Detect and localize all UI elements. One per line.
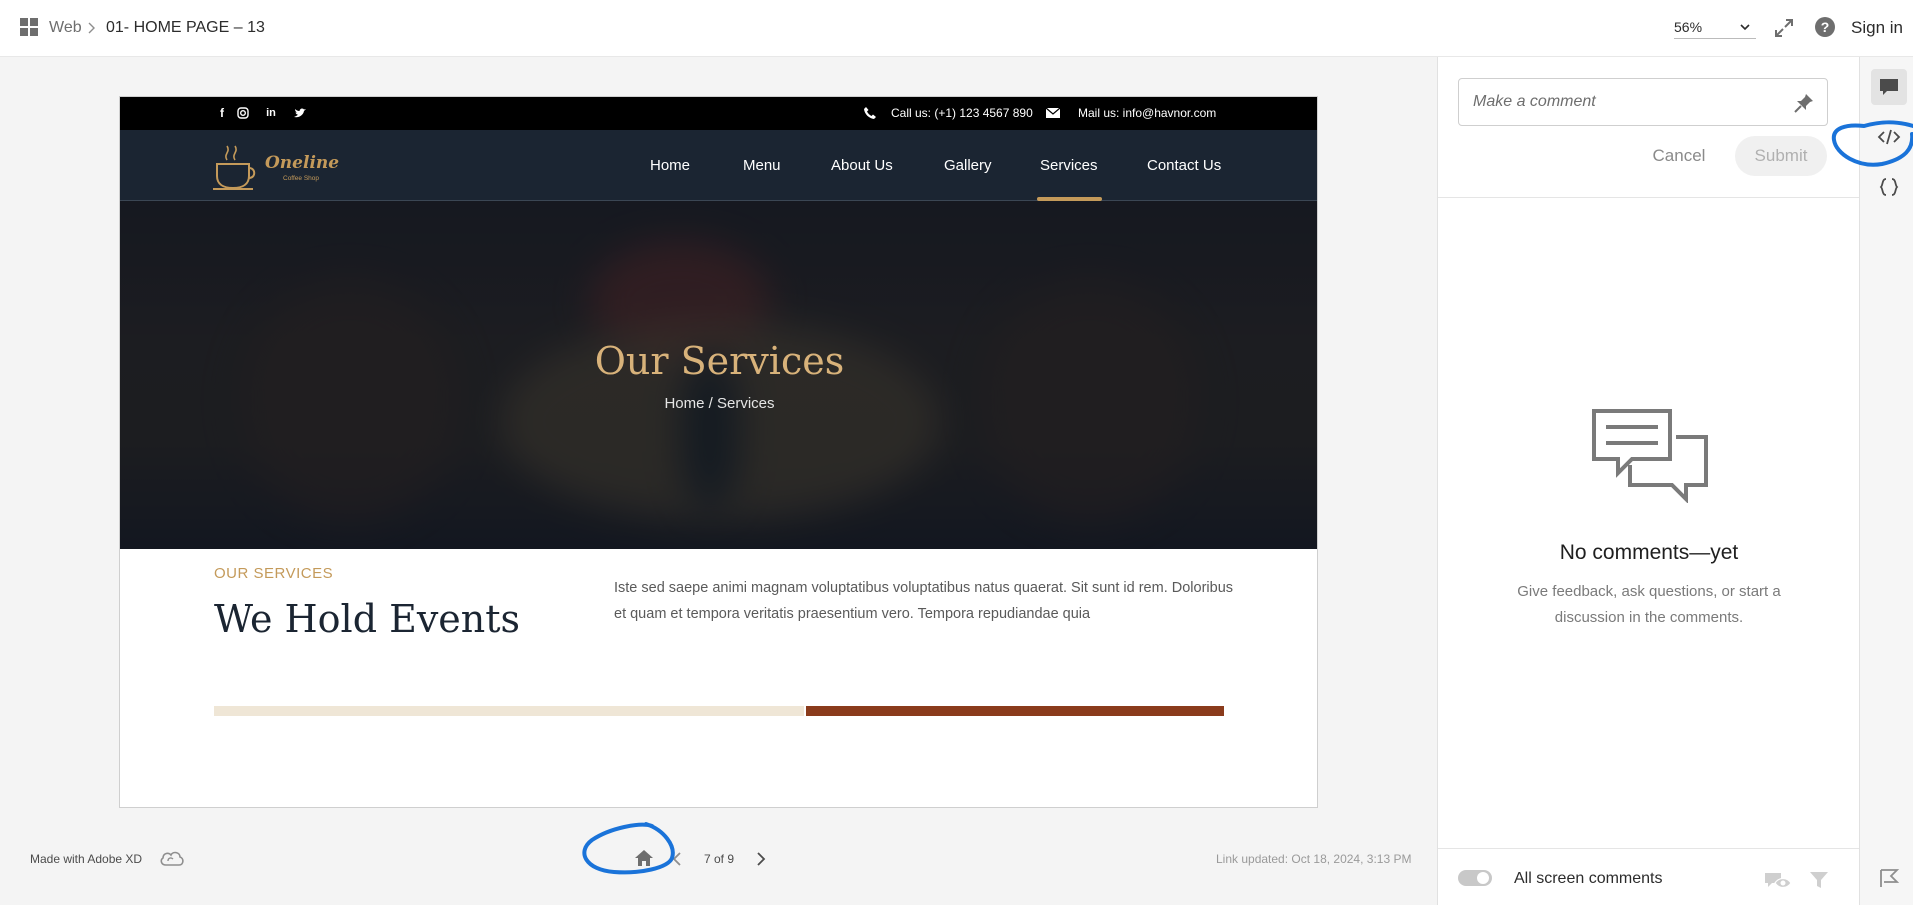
event-image-left: [214, 706, 804, 716]
nav-about[interactable]: About Us: [831, 157, 893, 175]
submit-button[interactable]: Submit: [1735, 136, 1827, 176]
site-topbar: f in Call us: (+1) 123 4567 890 Mail us:…: [120, 97, 1317, 130]
nav-home[interactable]: Home: [650, 157, 690, 175]
chevron-left-icon[interactable]: [670, 850, 684, 868]
facebook-icon[interactable]: f: [214, 105, 230, 121]
home-icon[interactable]: [633, 848, 655, 868]
chevron-down-icon: [1740, 24, 1750, 31]
pin-icon[interactable]: [1793, 92, 1815, 114]
all-comments-label: All screen comments: [1514, 870, 1663, 887]
breadcrumb-root[interactable]: Web: [49, 18, 82, 38]
grid-icon[interactable]: [20, 18, 38, 36]
event-image-right: [806, 706, 1224, 716]
empty-description: Give feedback, ask questions, or start a…: [1517, 583, 1781, 626]
comment-input[interactable]: [1473, 91, 1773, 113]
nav-gallery[interactable]: Gallery: [944, 157, 992, 175]
zoom-value: 56%: [1674, 19, 1703, 35]
fullscreen-icon[interactable]: [1774, 18, 1794, 38]
empty-title: No comments—yet: [1559, 541, 1739, 564]
artboard-preview: f in Call us: (+1) 123 4567 890 Mail us:…: [119, 96, 1318, 808]
section-title: We Hold Events: [214, 597, 521, 641]
linkedin-icon[interactable]: in: [263, 105, 279, 121]
right-rail: [1859, 57, 1913, 905]
mail-icon: [1045, 107, 1061, 118]
made-with-label[interactable]: Made with Adobe XD: [30, 851, 142, 867]
flag-icon[interactable]: [1878, 867, 1900, 889]
twitter-icon[interactable]: [292, 105, 308, 121]
cancel-button[interactable]: Cancel: [1634, 136, 1724, 176]
comment-icon: [1880, 79, 1898, 95]
breadcrumb-page: 01- HOME PAGE – 13: [106, 19, 265, 36]
nav-contact[interactable]: Contact Us: [1147, 157, 1221, 175]
section-kicker: OUR SERVICES: [214, 565, 334, 582]
creative-cloud-icon: [160, 851, 184, 866]
section-text: Iste sed saepe animi magnam voluptatibus…: [614, 580, 1234, 622]
nav-services[interactable]: Services: [1040, 157, 1098, 175]
hero-title: Our Services: [594, 339, 845, 383]
instagram-icon[interactable]: [235, 105, 251, 121]
logo-sub: Coffee Shop: [283, 175, 319, 182]
sign-in-link[interactable]: Sign in: [1851, 17, 1903, 39]
all-comments-toggle[interactable]: [1458, 870, 1492, 886]
zoom-select[interactable]: 56%: [1674, 17, 1756, 39]
logo-text: Oneline: [265, 153, 339, 173]
braces-icon: [1879, 178, 1899, 196]
site-mail: Mail us: info@havnor.com: [1078, 106, 1217, 120]
code-tab[interactable]: [1871, 119, 1907, 155]
coffee-logo[interactable]: Oneline Coffee Shop: [213, 142, 341, 192]
site-nav: Oneline Coffee Shop Home Menu About Us G…: [120, 130, 1317, 201]
comments-tab[interactable]: [1871, 69, 1907, 105]
comments-panel: Cancel Submit No comments—yet Give feedb…: [1437, 57, 1860, 905]
chevron-right-icon[interactable]: [754, 850, 768, 868]
hero-breadcrumb: Home / Services: [664, 395, 775, 412]
help-icon[interactable]: ?: [1815, 17, 1835, 37]
app-header: Web 01- HOME PAGE – 13 56% ? Sign in: [0, 0, 1913, 57]
code-icon: [1877, 129, 1901, 145]
comment-box[interactable]: [1458, 78, 1828, 126]
site-phone: Call us: (+1) 123 4567 890: [891, 106, 1033, 120]
nav-menu[interactable]: Menu: [743, 157, 781, 175]
divider: [1438, 848, 1860, 849]
hero-banner: Our Services Home / Services: [120, 201, 1317, 549]
page-indicator: 7 of 9: [704, 852, 735, 866]
chevron-right-icon: [88, 22, 95, 34]
hide-comments-icon[interactable]: [1763, 869, 1793, 891]
chat-bubbles-icon: [1592, 409, 1708, 503]
divider: [1438, 197, 1860, 198]
phone-icon: [864, 107, 876, 119]
annotation-circle-home: [582, 822, 675, 875]
specs-tab[interactable]: [1871, 169, 1907, 205]
link-updated: Link updated: Oct 18, 2024, 3:13 PM: [1216, 852, 1412, 866]
filter-icon[interactable]: [1809, 869, 1829, 891]
